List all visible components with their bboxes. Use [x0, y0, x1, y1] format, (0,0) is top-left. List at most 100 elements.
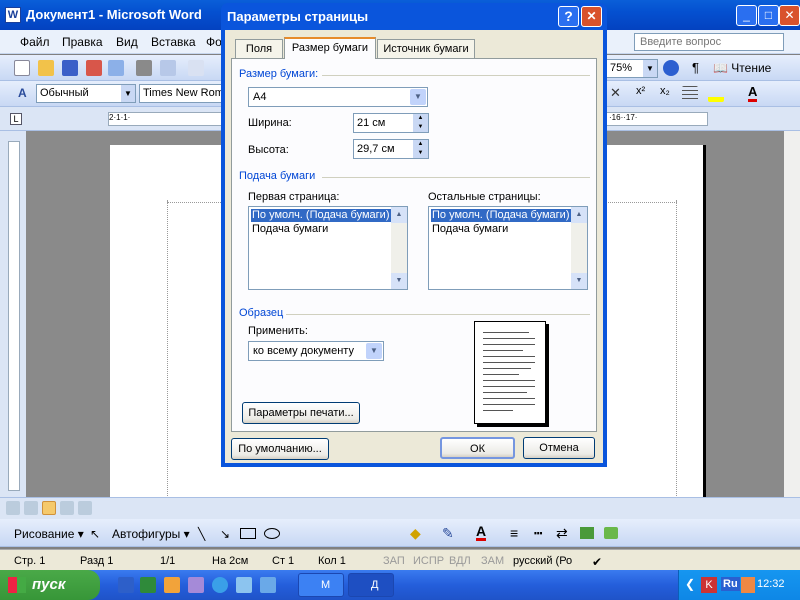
list-scrollbar[interactable]: ▲ ▼ — [571, 207, 587, 289]
task-word[interactable]: Д — [348, 573, 394, 597]
close-window-icon[interactable]: ✕ — [779, 5, 800, 26]
strikethrough-icon[interactable]: ✕ — [610, 85, 621, 101]
minimize-icon[interactable]: _ — [736, 5, 757, 26]
height-spinner[interactable]: 29,7 см ▲ ▼ — [353, 139, 429, 159]
status-rec[interactable]: ЗАП — [383, 555, 405, 567]
status-bar: Стр. 1 Разд 1 1/1 На 2см Ст 1 Кол 1 ЗАП … — [0, 549, 800, 570]
quicklaunch-word-icon[interactable] — [118, 577, 134, 593]
tray-expand-icon[interactable]: ❮ — [685, 577, 695, 591]
autoshapes-menu[interactable]: Автофигуры ▾ — [112, 527, 190, 541]
outline-view-icon[interactable] — [60, 501, 74, 515]
quicklaunch-app2-icon[interactable] — [188, 577, 204, 593]
windows-logo-icon — [8, 577, 26, 593]
list-scrollbar[interactable]: ▲ ▼ — [391, 207, 407, 289]
spin-down-icon[interactable]: ▼ — [413, 123, 428, 132]
pilcrow-icon[interactable]: ¶ — [692, 60, 699, 75]
list-item[interactable]: По умолч. (Подача бумаги) — [431, 209, 571, 222]
tray-app-icon[interactable] — [741, 577, 755, 593]
dialog-close-button[interactable]: ✕ — [581, 6, 602, 27]
vertical-scrollbar[interactable] — [784, 131, 800, 497]
tab-stop-icon[interactable]: L — [10, 113, 22, 125]
tray-k-icon[interactable]: K — [701, 577, 717, 593]
line-style-icon[interactable]: ≡ — [510, 525, 518, 541]
default-button[interactable]: По умолчанию... — [231, 438, 329, 460]
paper-size-select[interactable]: A4 ▼ — [248, 87, 428, 107]
spelling-status-icon[interactable]: ✔ — [592, 555, 602, 569]
normal-view-icon[interactable] — [6, 501, 20, 515]
width-spinner[interactable]: 21 см ▲ ▼ — [353, 113, 429, 133]
start-button[interactable]: пуск — [0, 570, 100, 600]
font-color-draw-icon[interactable]: A — [476, 524, 487, 541]
tab-margins[interactable]: Поля — [235, 39, 283, 59]
dialog-help-button[interactable]: ? — [558, 6, 579, 27]
menu-file[interactable]: Файл — [20, 35, 50, 49]
quicklaunch-excel-icon[interactable] — [140, 577, 156, 593]
font-select[interactable]: Times New Roma — [139, 84, 223, 103]
reading-view-icon[interactable] — [78, 501, 92, 515]
styles-pane-icon[interactable]: A — [18, 86, 27, 100]
web-view-icon[interactable] — [24, 501, 38, 515]
list-item[interactable]: Подача бумаги — [431, 223, 509, 236]
spin-up-icon[interactable]: ▲ — [413, 114, 428, 123]
line-spacing-icon[interactable] — [682, 86, 698, 102]
permission-icon[interactable] — [86, 60, 102, 76]
tab-paper-size[interactable]: Размер бумаги — [284, 37, 376, 59]
save-icon[interactable] — [62, 60, 78, 76]
quicklaunch-media-icon[interactable] — [260, 577, 276, 593]
select-objects-icon[interactable]: ↖ — [90, 527, 100, 541]
spin-up-icon[interactable]: ▲ — [413, 140, 428, 149]
shadow-icon[interactable] — [580, 527, 594, 539]
ok-button[interactable]: ОК — [440, 437, 515, 459]
subscript-icon[interactable]: x₂ — [660, 85, 670, 97]
maximize-icon[interactable]: □ — [758, 5, 779, 26]
list-item[interactable]: По умолч. (Подача бумаги) — [251, 209, 391, 222]
menu-format[interactable]: Фо — [206, 35, 222, 49]
font-color-icon[interactable]: A — [748, 84, 758, 102]
language-indicator[interactable]: Ru — [721, 577, 740, 591]
quicklaunch-desktop-icon[interactable] — [236, 577, 252, 593]
menu-edit[interactable]: Правка — [62, 35, 103, 49]
menu-view[interactable]: Вид — [116, 35, 138, 49]
zoom-select[interactable]: 75% ▼ — [606, 59, 658, 78]
vertical-ruler — [0, 131, 26, 497]
status-trk[interactable]: ИСПР — [413, 555, 444, 567]
help-icon[interactable] — [663, 60, 679, 76]
oval-icon[interactable] — [264, 528, 280, 539]
print-preview-icon[interactable] — [160, 60, 176, 76]
apply-to-select[interactable]: ко всему документу ▼ — [248, 341, 384, 361]
highlight-icon[interactable] — [708, 86, 724, 102]
style-select[interactable]: Обычный ▼ — [36, 84, 136, 103]
mail-icon[interactable] — [108, 60, 124, 76]
fill-color-icon[interactable]: ◆ — [410, 525, 421, 542]
status-ovr[interactable]: ЗАМ — [481, 555, 504, 567]
word-window-title: Документ1 - Microsoft Word — [26, 7, 202, 22]
tab-paper-source[interactable]: Источник бумаги — [377, 39, 475, 59]
help-search-input[interactable]: Введите вопрос — [634, 33, 784, 51]
line-color-icon[interactable]: ✎ — [442, 525, 454, 542]
reading-mode-button[interactable]: 📖 Чтение — [713, 61, 771, 75]
open-folder-icon[interactable] — [38, 60, 54, 76]
new-document-icon[interactable] — [14, 60, 30, 76]
rectangle-icon[interactable] — [240, 528, 256, 539]
superscript-icon[interactable]: x² — [636, 85, 645, 97]
status-ext[interactable]: ВДЛ — [449, 555, 471, 567]
other-pages-list[interactable]: По умолч. (Подача бумаги) Подача бумаги … — [428, 206, 588, 290]
print-layout-icon[interactable] — [42, 501, 56, 515]
spelling-icon[interactable] — [188, 60, 204, 76]
list-item[interactable]: Подача бумаги — [251, 223, 329, 236]
dash-style-icon[interactable]: ┅ — [534, 525, 542, 542]
arrow-icon[interactable]: ↘ — [220, 527, 230, 541]
cancel-button[interactable]: Отмена — [523, 437, 595, 459]
arrow-style-icon[interactable]: ⇄ — [556, 525, 568, 542]
line-icon[interactable]: ╲ — [198, 527, 205, 541]
print-options-button[interactable]: Параметры печати... — [242, 402, 360, 424]
spin-down-icon[interactable]: ▼ — [413, 149, 428, 158]
menu-insert[interactable]: Вставка — [151, 35, 196, 49]
first-page-list[interactable]: По умолч. (Подача бумаги) Подача бумаги … — [248, 206, 408, 290]
print-icon[interactable] — [136, 60, 152, 76]
task-folder[interactable]: М — [298, 573, 344, 597]
drawing-menu[interactable]: Рисование ▾ — [14, 527, 84, 541]
quicklaunch-app-icon[interactable] — [164, 577, 180, 593]
3d-icon[interactable] — [604, 527, 618, 539]
quicklaunch-ie-icon[interactable] — [212, 577, 228, 593]
